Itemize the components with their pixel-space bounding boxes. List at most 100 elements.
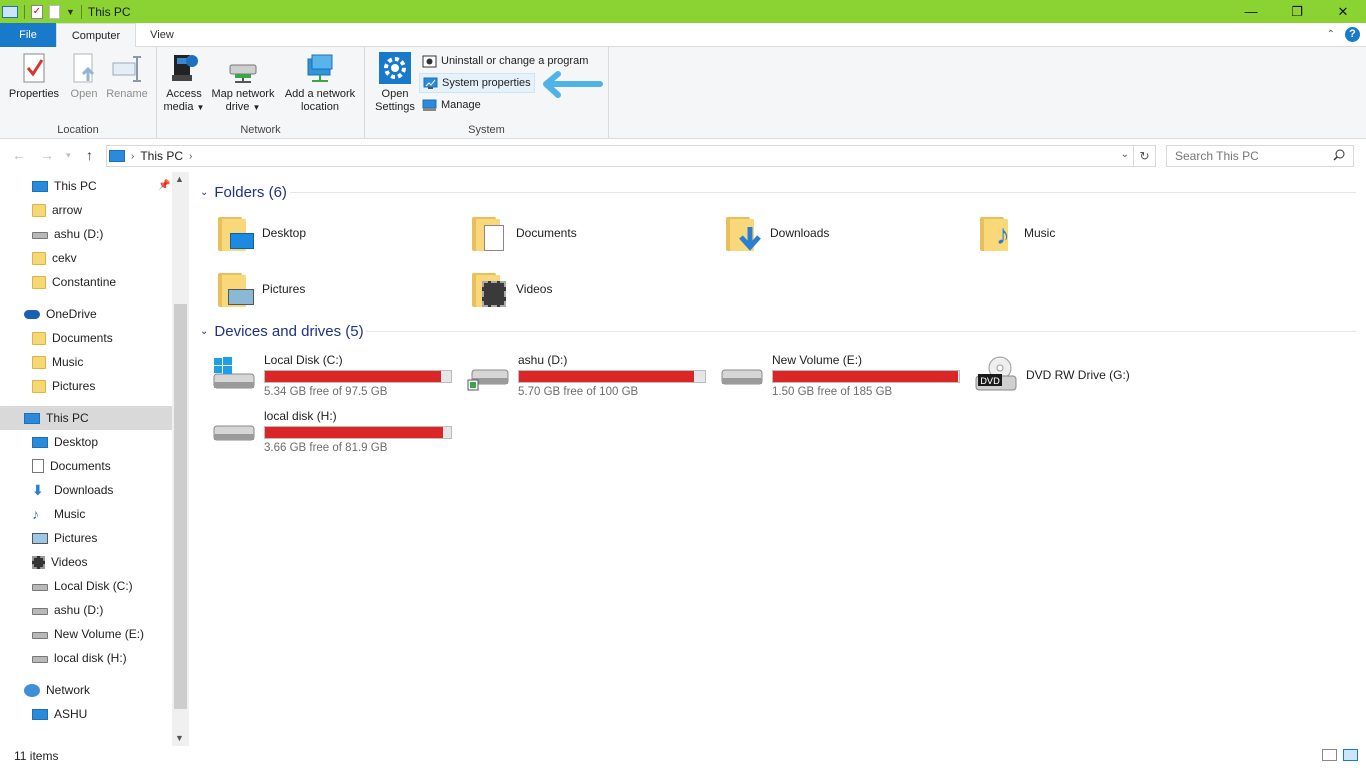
properties-quick-icon[interactable]: ✓ [31, 4, 43, 19]
this-pc-ashu-d[interactable]: ashu (D:) [0, 598, 172, 622]
folder-tile-downloads[interactable]: Downloads [698, 208, 952, 258]
quick-access-constantine[interactable]: Constantine [0, 270, 172, 294]
drive-tile-g[interactable]: DVD DVD RW Drive (G:) [952, 346, 1206, 400]
this-pc-local-disk-c[interactable]: Local Disk (C:) [0, 574, 172, 598]
system-properties-button[interactable]: System properties [419, 73, 535, 93]
uninstall-icon [422, 55, 437, 68]
add-network-location-button[interactable]: Add a network location [281, 51, 359, 114]
nav-pane-scrollbar[interactable]: ▲ ▼ [172, 172, 189, 746]
open-button[interactable]: Open [66, 51, 102, 101]
folder-tile-desktop[interactable]: Desktop [190, 208, 444, 258]
onedrive-pictures[interactable]: Pictures [0, 374, 172, 398]
drive-tile-e[interactable]: New Volume (E:) 1.50 GB free of 185 GB [698, 346, 960, 400]
drive-icon [32, 608, 48, 615]
folders-section-header[interactable]: ⌄ Folders (6) [200, 181, 287, 203]
nav-network[interactable]: Network [0, 678, 172, 702]
address-dropdown-icon[interactable]: ⌄ [1121, 149, 1129, 160]
folder-tile-music[interactable]: ♪ Music [952, 208, 1206, 258]
documents-icon [32, 459, 44, 473]
uninstall-program-button[interactable]: Uninstall or change a program [419, 51, 591, 71]
desktop-icon [32, 436, 48, 448]
dropdown-arrow-icon: ▼ [196, 103, 205, 112]
details-view-icon[interactable] [1322, 749, 1337, 761]
this-pc-desktop[interactable]: Desktop [0, 430, 172, 454]
network-ashu[interactable]: ASHU [0, 702, 172, 726]
this-pc-videos[interactable]: Videos [0, 550, 172, 574]
navigation-pane: This PC 📌 arrow ashu (D:) cekv Constanti… [0, 172, 190, 746]
tab-view[interactable]: View [136, 23, 188, 47]
window-title: This PC [87, 4, 131, 19]
new-folder-quick-icon[interactable] [49, 4, 60, 19]
quick-access-cekv[interactable]: cekv [0, 246, 172, 270]
nav-label: local disk (H:) [54, 651, 127, 665]
drive-tile-d[interactable]: ashu (D:) 5.70 GB free of 100 GB [444, 346, 706, 400]
folder-label: Videos [516, 282, 553, 296]
section-divider [290, 192, 1356, 193]
network-icon [24, 683, 40, 697]
breadcrumb-separator-icon[interactable]: › [131, 151, 134, 162]
scroll-down-icon[interactable]: ▼ [175, 733, 184, 743]
navigation-bar: ← → ▾ ↑ › This PC › ⌄ ↻ [0, 140, 1366, 172]
breadcrumb-this-pc[interactable]: This PC [140, 149, 183, 163]
search-icon [1333, 149, 1345, 161]
forward-arrow-icon[interactable]: → [40, 147, 54, 163]
computer-icon[interactable] [2, 5, 18, 18]
tab-file[interactable]: File [0, 23, 56, 47]
network-drive-icon [227, 51, 259, 85]
this-pc-pictures[interactable]: Pictures [0, 526, 172, 550]
access-media-button[interactable]: Access media ▼ [161, 51, 207, 114]
back-arrow-icon[interactable]: ← [12, 147, 26, 163]
help-icon[interactable]: ? [1345, 27, 1360, 42]
scrollbar-thumb[interactable] [174, 304, 187, 709]
this-pc-local-disk-h[interactable]: local disk (H:) [0, 646, 172, 670]
drive-tile-h[interactable]: local disk (H:) 3.66 GB free of 81.9 GB [190, 402, 452, 456]
this-pc-music[interactable]: ♪ Music [0, 502, 172, 526]
network-group-label: Network [240, 124, 281, 136]
recent-locations-chevron-icon[interactable]: ▾ [66, 150, 71, 161]
quick-access-this-pc[interactable]: This PC [0, 174, 172, 198]
drive-icon [32, 656, 48, 663]
address-bar[interactable]: › This PC › ⌄ [106, 145, 1134, 167]
this-pc-new-volume-e[interactable]: New Volume (E:) [0, 622, 172, 646]
search-input[interactable] [1166, 145, 1354, 167]
this-pc-documents[interactable]: Documents [0, 454, 172, 478]
drive-tile-c[interactable]: Local Disk (C:) 5.34 GB free of 97.5 GB [190, 346, 452, 400]
ribbon: Properties Open Rename Location Access m… [0, 47, 1366, 139]
minimize-button[interactable]: — [1228, 0, 1274, 23]
breadcrumb-separator-icon[interactable]: › [189, 151, 192, 162]
folder-tile-videos[interactable]: Videos [444, 264, 698, 314]
quick-access-arrow[interactable]: arrow [0, 198, 172, 222]
pin-icon[interactable]: 📌 [158, 180, 170, 191]
tab-computer[interactable]: Computer [56, 23, 136, 48]
pictures-folder-icon [216, 269, 256, 309]
rename-button[interactable]: Rename [104, 51, 150, 101]
windows-drive-icon [32, 584, 48, 591]
drive-free-space: 5.70 GB free of 100 GB [518, 386, 639, 398]
collapse-ribbon-icon[interactable]: ⌃ [1327, 29, 1335, 40]
quick-access-ashu-d[interactable]: ashu (D:) [0, 222, 172, 246]
folder-tile-pictures[interactable]: Pictures [190, 264, 444, 314]
customize-dropdown-icon[interactable]: ▼ [66, 7, 75, 17]
folder-tile-documents[interactable]: Documents [444, 208, 698, 258]
nav-this-pc[interactable]: This PC [0, 406, 172, 430]
refresh-button[interactable]: ↻ [1134, 145, 1156, 167]
onedrive-music[interactable]: Music [0, 350, 172, 374]
manage-button[interactable]: Manage [419, 95, 484, 115]
large-icons-view-icon[interactable] [1343, 749, 1358, 761]
drives-section-header[interactable]: ⌄ Devices and drives (5) [200, 320, 364, 342]
open-settings-button[interactable]: Open Settings [371, 51, 419, 114]
this-pc-downloads[interactable]: ⬇ Downloads [0, 478, 172, 502]
nav-label: Documents [50, 459, 111, 473]
up-arrow-icon[interactable]: ↑ [86, 147, 93, 163]
maximize-button[interactable]: ❐ [1274, 0, 1320, 23]
add-location-label-2: location [301, 101, 339, 113]
chevron-down-icon: ⌄ [200, 186, 209, 198]
properties-button[interactable]: Properties [6, 51, 62, 101]
title-bar: ✓ ▼ This PC — ❐ ✕ [0, 0, 1366, 23]
scroll-up-icon[interactable]: ▲ [175, 174, 184, 184]
nav-label: ASHU [54, 707, 88, 721]
onedrive-documents[interactable]: Documents [0, 326, 172, 350]
nav-onedrive[interactable]: OneDrive [0, 302, 172, 326]
map-network-drive-button[interactable]: Map network drive ▼ [207, 51, 279, 114]
close-button[interactable]: ✕ [1320, 0, 1366, 23]
